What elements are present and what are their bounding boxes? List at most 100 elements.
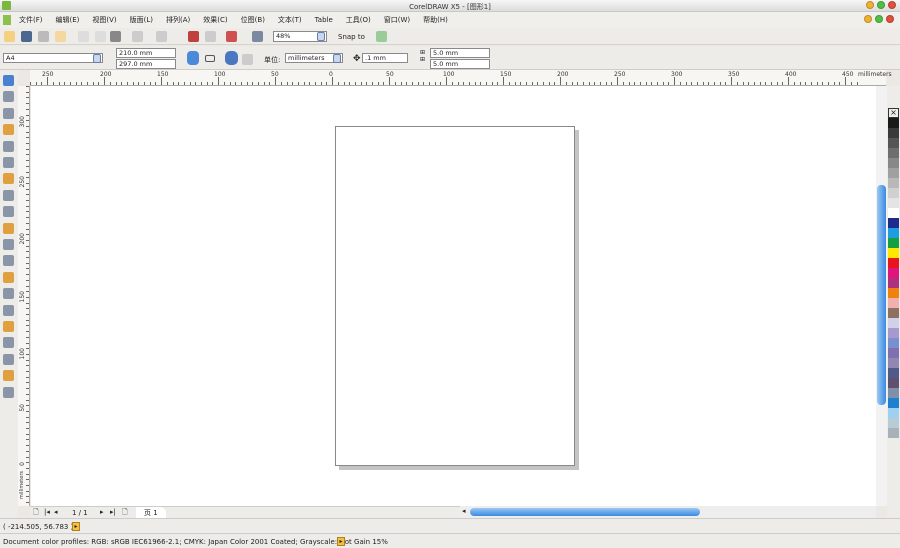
color-swatch[interactable]: [888, 238, 899, 248]
minimize-button[interactable]: [866, 1, 874, 9]
color-swatch[interactable]: [888, 278, 899, 288]
color-swatch[interactable]: [888, 308, 899, 318]
transparency-tool-icon[interactable]: [3, 321, 14, 332]
menu-item[interactable]: 视图(V): [92, 12, 116, 28]
menu-item[interactable]: Table: [315, 12, 333, 28]
zoom-tool-icon[interactable]: [3, 124, 14, 136]
polygon-tool-icon[interactable]: [3, 206, 14, 218]
menu-item[interactable]: 版面(L): [130, 12, 153, 28]
color-swatch[interactable]: [888, 408, 899, 418]
zoom-dropdown[interactable]: [317, 32, 325, 41]
vertical-scrollbar[interactable]: [876, 86, 887, 506]
snap-to-menu[interactable]: Snap to: [338, 33, 365, 41]
no-color-swatch[interactable]: ×: [888, 108, 899, 118]
menu-item[interactable]: 编辑(E): [56, 12, 80, 28]
drawing-canvas[interactable]: [31, 86, 876, 506]
new-icon[interactable]: [4, 31, 15, 42]
pick-tool-icon[interactable]: [3, 75, 14, 86]
units-dropdown[interactable]: [333, 54, 341, 63]
save-icon[interactable]: [38, 31, 49, 42]
text-tool-icon[interactable]: [3, 239, 14, 250]
menu-item[interactable]: 效果(C): [203, 12, 227, 28]
open-icon[interactable]: [21, 31, 32, 42]
color-swatch[interactable]: [888, 298, 899, 308]
color-swatch[interactable]: [888, 398, 899, 408]
color-swatch[interactable]: [888, 368, 899, 378]
welcome-screen-icon[interactable]: [252, 31, 263, 42]
menu-item[interactable]: 窗口(W): [384, 12, 410, 28]
interactive-fill-tool-icon[interactable]: [3, 386, 14, 398]
first-page-button[interactable]: |◂: [44, 508, 50, 516]
page-height-input[interactable]: 297.0 mm: [116, 59, 176, 69]
doc-minimize-button[interactable]: [864, 15, 872, 23]
redo-icon[interactable]: [156, 31, 167, 42]
current-page-icon[interactable]: [242, 54, 253, 65]
color-profiles-menu-button[interactable]: ▸: [337, 537, 345, 546]
paper-size-select[interactable]: A4: [3, 53, 103, 63]
page-width-input[interactable]: 210.0 mm: [116, 48, 176, 58]
menu-item[interactable]: 文本(T): [278, 12, 302, 28]
doc-restore-button[interactable]: [875, 15, 883, 23]
color-swatch[interactable]: [888, 188, 899, 198]
horizontal-scroll-thumb[interactable]: [470, 508, 700, 516]
color-swatch[interactable]: [888, 418, 899, 428]
table-tool-icon[interactable]: [3, 255, 14, 267]
freehand-tool-icon[interactable]: [3, 140, 14, 152]
color-swatch[interactable]: [888, 248, 899, 258]
color-swatch[interactable]: [888, 378, 899, 388]
menu-item[interactable]: 工具(O): [346, 12, 371, 28]
menu-item[interactable]: 排列(A): [166, 12, 190, 28]
color-swatch[interactable]: [888, 258, 899, 268]
portrait-icon[interactable]: [187, 51, 199, 65]
outline-tool-icon[interactable]: [3, 353, 14, 365]
cut-icon[interactable]: [78, 31, 89, 42]
color-swatch[interactable]: [888, 328, 899, 338]
fill-tool-icon[interactable]: [3, 370, 14, 382]
color-swatch[interactable]: [888, 208, 899, 218]
paper-size-dropdown[interactable]: [93, 54, 101, 63]
color-swatch[interactable]: [888, 318, 899, 328]
color-swatch[interactable]: [888, 268, 899, 278]
color-swatch[interactable]: [888, 148, 899, 158]
maximize-button[interactable]: [877, 1, 885, 9]
color-swatch[interactable]: [888, 358, 899, 368]
ellipse-tool-icon[interactable]: [3, 189, 14, 201]
scroll-left-button[interactable]: ◂: [462, 507, 466, 515]
all-pages-icon[interactable]: [225, 51, 238, 65]
copy-icon[interactable]: [95, 31, 106, 42]
application-launcher-icon[interactable]: [226, 31, 237, 42]
color-swatch[interactable]: [888, 218, 899, 228]
color-swatch[interactable]: [888, 228, 899, 238]
color-swatch[interactable]: [888, 118, 899, 128]
doc-close-button[interactable]: [886, 15, 894, 23]
duplicate-y-input[interactable]: 5.0 mm: [430, 59, 490, 69]
close-button[interactable]: [888, 1, 896, 9]
undo-icon[interactable]: [132, 31, 143, 42]
next-page-button[interactable]: ▸: [100, 508, 104, 516]
crop-tool-icon[interactable]: [3, 107, 14, 119]
eyedropper-tool-icon[interactable]: [3, 337, 14, 349]
color-swatch[interactable]: [888, 128, 899, 138]
print-icon[interactable]: [55, 31, 66, 42]
rectangle-tool-icon[interactable]: [3, 173, 14, 185]
coordinates-menu-button[interactable]: ▸: [72, 522, 80, 531]
color-swatch[interactable]: [888, 158, 899, 168]
color-swatch[interactable]: [888, 168, 899, 178]
horizontal-scrollbar[interactable]: ◂: [460, 506, 876, 518]
vertical-scroll-thumb[interactable]: [877, 185, 886, 405]
color-swatch[interactable]: [888, 338, 899, 348]
shape-tool-icon[interactable]: [3, 91, 14, 103]
connector-tool-icon[interactable]: [3, 288, 14, 300]
menu-item[interactable]: 文件(F): [19, 12, 43, 28]
duplicate-x-input[interactable]: 5.0 mm: [430, 48, 490, 58]
color-swatch[interactable]: [888, 138, 899, 148]
basic-shapes-tool-icon[interactable]: [3, 222, 14, 234]
nudge-input[interactable]: .1 mm: [362, 53, 408, 63]
export-icon[interactable]: [205, 31, 216, 42]
color-swatch[interactable]: [888, 388, 899, 398]
menu-item[interactable]: 位图(B): [241, 12, 265, 28]
smart-drawing-tool-icon[interactable]: [3, 157, 14, 168]
landscape-icon[interactable]: [205, 55, 215, 62]
menu-item[interactable]: 帮助(H): [423, 12, 448, 28]
color-swatch[interactable]: [888, 198, 899, 208]
